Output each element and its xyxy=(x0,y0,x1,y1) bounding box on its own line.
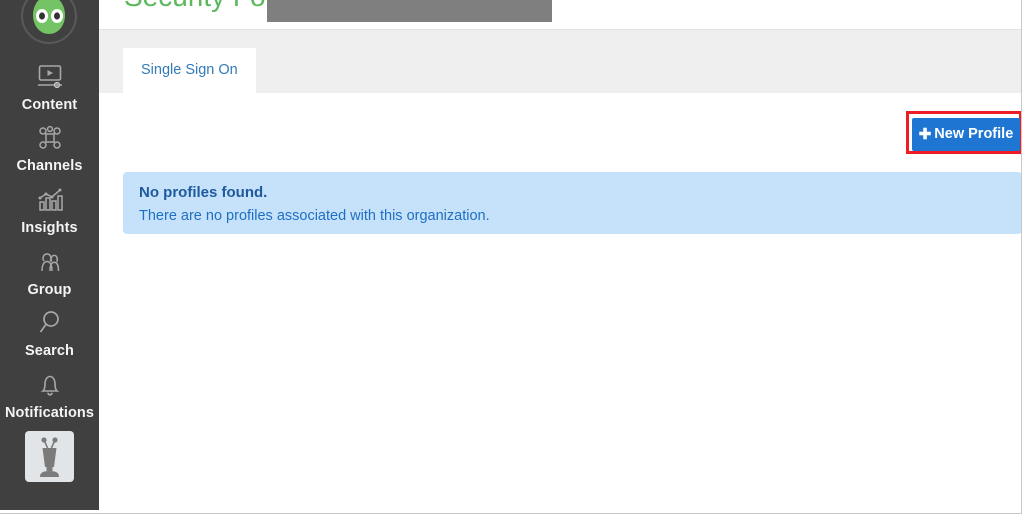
media-player-icon xyxy=(0,62,99,96)
sidebar-item-group[interactable]: Group xyxy=(0,247,99,298)
sidebar-item-label: Insights xyxy=(21,220,78,236)
bar-chart-trend-icon xyxy=(0,185,99,219)
sidebar-item-label: Content xyxy=(21,97,78,113)
new-profile-button[interactable]: ✚ New Profile xyxy=(912,118,1020,151)
primary-sidebar: Content Channels Insights Group Search N… xyxy=(0,0,99,510)
sidebar-item-label: Search xyxy=(25,343,74,359)
application-window: Content Channels Insights Group Search N… xyxy=(0,0,1022,514)
sidebar-item-notifications[interactable]: Notifications xyxy=(0,370,99,421)
content-toolbar: ✚ New Profile xyxy=(99,93,1022,172)
organization-name-redaction xyxy=(267,0,552,22)
tab-single-sign-on[interactable]: Single Sign On xyxy=(123,48,256,93)
plus-icon: ✚ xyxy=(918,126,932,143)
new-profile-button-label: New Profile xyxy=(934,126,1014,142)
sidebar-item-search[interactable]: Search xyxy=(0,308,99,359)
no-profiles-alert: No profiles found. There are no profiles… xyxy=(123,172,1022,234)
magnifier-icon xyxy=(0,308,99,342)
sidebar-item-channels[interactable]: Channels xyxy=(0,123,99,174)
main-content-area: Security For: Single Sign On ✚New Profil… xyxy=(99,0,1022,514)
sidebar-item-insights[interactable]: Insights xyxy=(0,185,99,236)
page-header: Security For: xyxy=(99,0,1022,30)
people-group-icon xyxy=(0,247,99,281)
alert-title: No profiles found. xyxy=(139,184,268,201)
alert-message: There are no profiles associated with th… xyxy=(139,208,490,224)
sidebar-item-content[interactable]: Content xyxy=(0,62,99,113)
sidebar-item-label: Channels xyxy=(16,158,83,174)
sidebar-item-label: Notifications xyxy=(4,405,95,421)
content-body: ✚ New Profile No profiles found. There ar… xyxy=(99,93,1022,514)
bell-icon xyxy=(0,370,99,404)
network-nodes-icon xyxy=(0,123,99,157)
new-profile-highlight-box: ✚ New Profile xyxy=(906,111,1022,154)
sidebar-item-label: Group xyxy=(27,282,72,298)
user-avatar[interactable] xyxy=(25,431,74,482)
page-title: Security For: xyxy=(124,0,283,13)
tab-strip: Single Sign On xyxy=(99,30,1022,93)
brand-alien-avatar-icon[interactable] xyxy=(21,0,77,44)
